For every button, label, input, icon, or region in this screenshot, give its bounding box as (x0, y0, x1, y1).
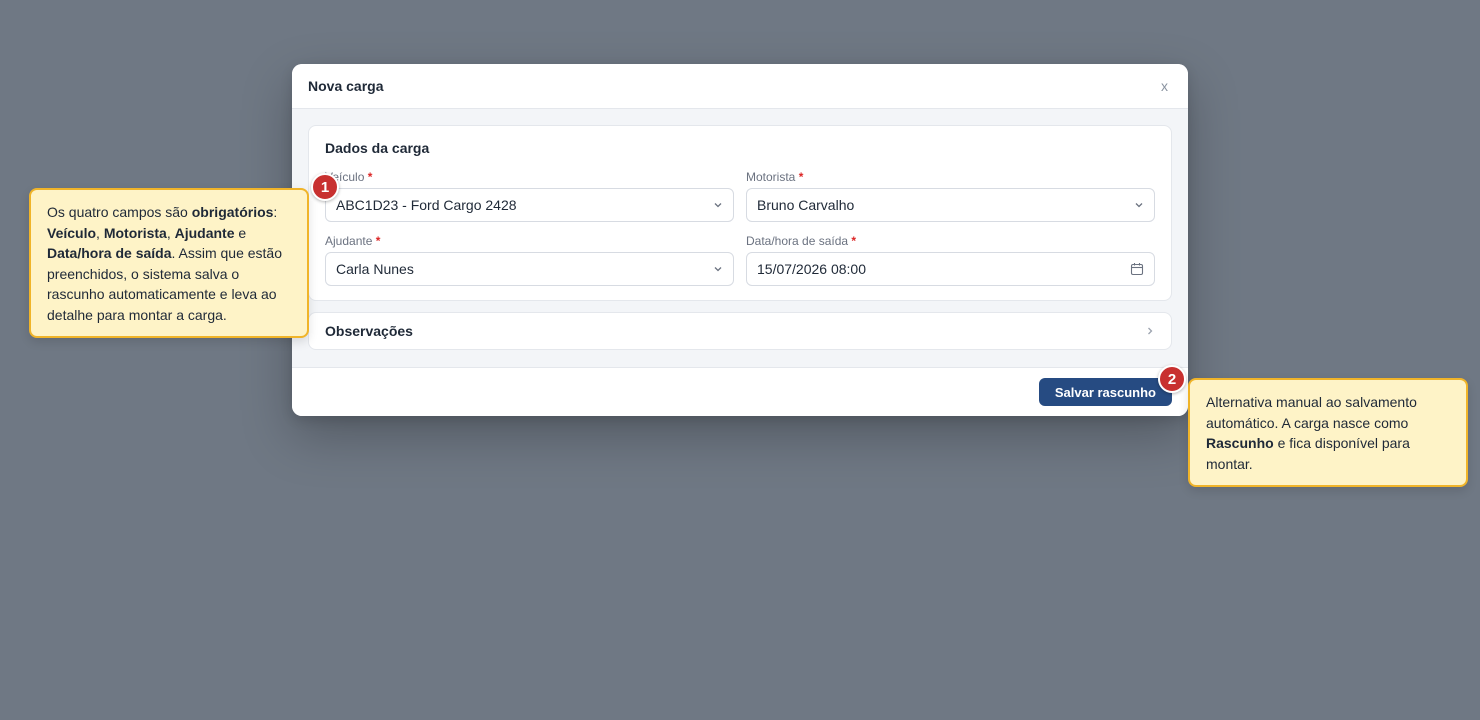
step-badge-1: 1 (311, 173, 339, 201)
tip1-bold-veiculo: Veículo (47, 224, 97, 241)
data-saida-label: Data/hora de saída * (746, 234, 1155, 248)
tip1-text-2: : (273, 204, 278, 220)
required-mark: * (851, 234, 857, 248)
chevron-right-icon (1148, 327, 1153, 335)
observacoes-title: Observações (325, 323, 413, 339)
chevron-down-icon (1135, 203, 1143, 208)
tip1-bold-ajudante: Ajudante (174, 224, 235, 241)
veiculo-select[interactable]: ABC1D23 - Ford Cargo 2428 (325, 188, 734, 222)
motorista-select[interactable]: Bruno Carvalho (746, 188, 1155, 222)
section-title: Dados da carga (325, 140, 430, 156)
tip1-text-4: , (166, 224, 175, 241)
step-badge-2: 2 (1158, 365, 1186, 393)
modal-header: Nova carga x (292, 64, 1188, 109)
tip1-text-1: Os quatro campos são (47, 204, 192, 220)
data-saida-input[interactable]: 15/07/2026 08:00 (746, 252, 1155, 286)
required-mark: * (375, 234, 381, 248)
ajudante-label: Ajudante * (325, 234, 734, 248)
observacoes-accordion[interactable]: Observações (308, 312, 1172, 350)
tooltip-manual-save: Alternativa manual ao salvamento automát… (1188, 378, 1468, 487)
veiculo-field-group: Veículo * ABC1D23 - Ford Cargo 2428 (325, 170, 734, 222)
tip1-bold-data-saida: Data/hora de saída (47, 245, 172, 261)
tip2-bold-rascunho: Rascunho (1206, 435, 1274, 451)
tip1-bold-obrigatorios: obrigatórios (191, 204, 274, 220)
veiculo-value: ABC1D23 - Ford Cargo 2428 (336, 197, 517, 213)
required-mark: * (798, 170, 804, 184)
motorista-field-group: Motorista * Bruno Carvalho (746, 170, 1155, 222)
motorista-value: Bruno Carvalho (757, 197, 855, 213)
tooltip-required-fields: Os quatro campos são obrigatórios: Veícu… (29, 188, 309, 338)
modal-footer: Salvar rascunho (292, 367, 1188, 416)
required-mark: * (367, 170, 373, 184)
motorista-label: Motorista * (746, 170, 1155, 184)
ajudante-field-group: Ajudante * Carla Nunes (325, 234, 734, 286)
veiculo-label: Veículo * (325, 170, 734, 184)
chevron-down-icon (714, 267, 722, 272)
chevron-down-icon (714, 203, 722, 208)
ajudante-label-text: Ajudante (325, 234, 373, 248)
fields-grid: Veículo * ABC1D23 - Ford Cargo 2428 Moto… (325, 170, 1155, 286)
dados-da-carga-section: Dados da carga Veículo * ABC1D23 - Ford … (308, 125, 1172, 301)
nova-carga-modal: Nova carga x Dados da carga Veículo * AB… (292, 64, 1188, 416)
calendar-icon[interactable] (1130, 262, 1144, 276)
tip1-text-5: e (234, 224, 247, 241)
ajudante-value: Carla Nunes (336, 261, 414, 277)
tip1-bold-motorista: Motorista (103, 224, 167, 241)
ajudante-select[interactable]: Carla Nunes (325, 252, 734, 286)
data-saida-value: 15/07/2026 08:00 (757, 261, 866, 277)
close-icon[interactable]: x (1157, 74, 1172, 98)
save-draft-button[interactable]: Salvar rascunho (1038, 378, 1172, 406)
tip2-text-1: Alternativa manual ao salvamento automát… (1206, 394, 1417, 431)
motorista-label-text: Motorista (746, 170, 796, 184)
data-saida-field-group: Data/hora de saída * 15/07/2026 08:00 (746, 234, 1155, 286)
modal-body: Dados da carga Veículo * ABC1D23 - Ford … (292, 109, 1188, 366)
tip1-text-3: , (96, 224, 104, 241)
data-saida-label-text: Data/hora de saída (746, 234, 849, 248)
modal-title: Nova carga (308, 78, 384, 94)
